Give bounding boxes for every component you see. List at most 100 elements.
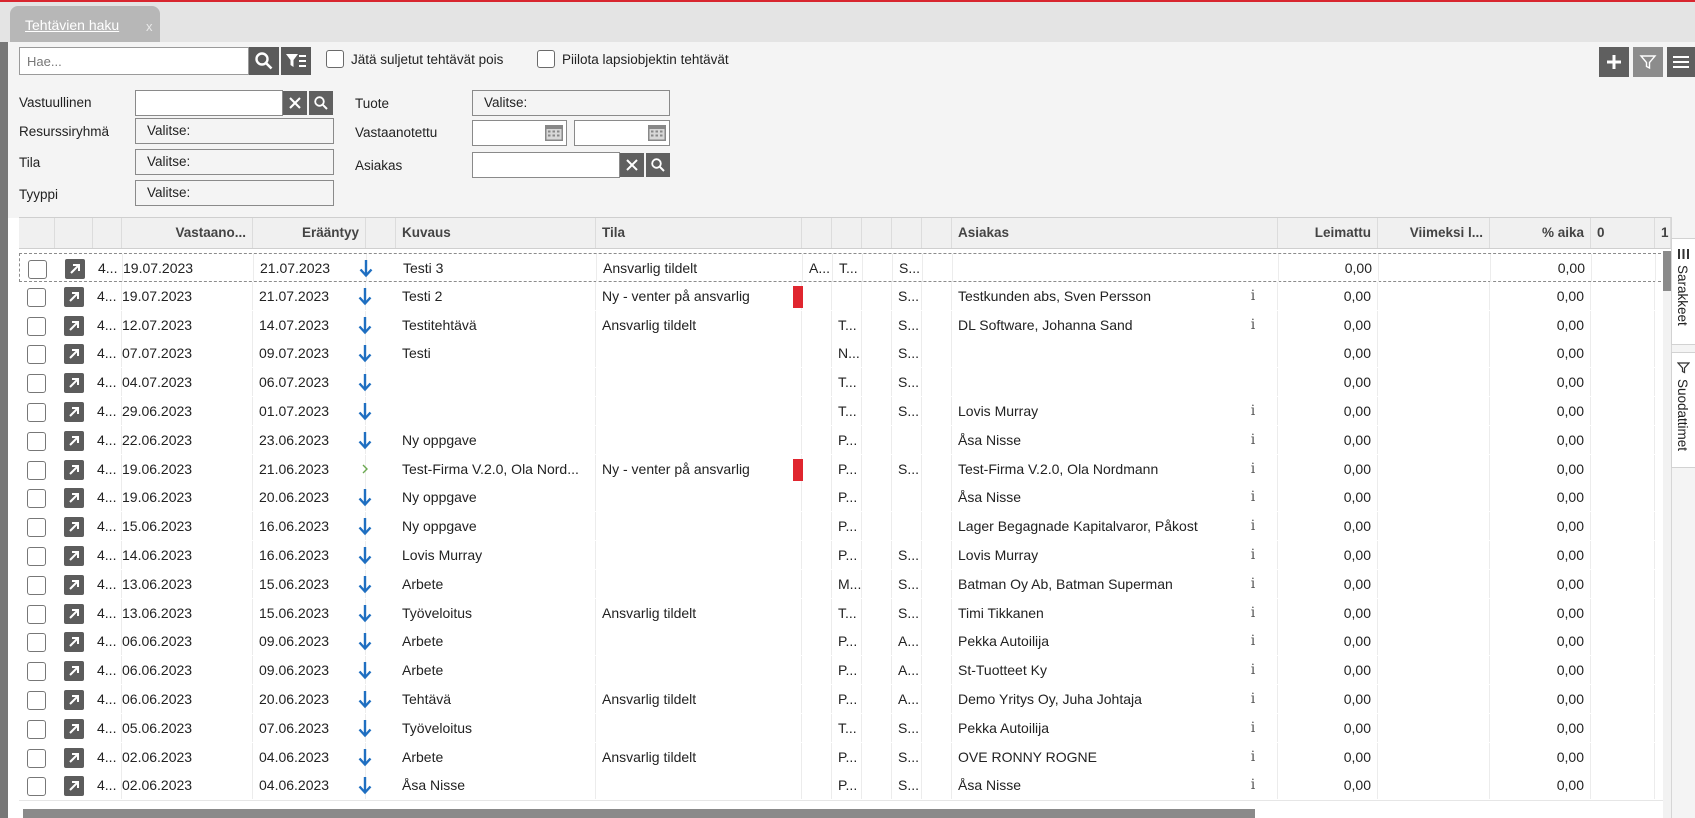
table-row[interactable]: 4... 13.06.2023 15.06.2023 Työveloitus A…	[19, 598, 1671, 629]
vertical-scrollbar[interactable]	[1663, 251, 1671, 818]
horizontal-scrollbar-thumb[interactable]	[23, 809, 1255, 818]
column-header[interactable]	[832, 218, 862, 248]
row-checkbox[interactable]	[27, 374, 46, 394]
responsible-search-button[interactable]	[309, 91, 333, 115]
open-task-button[interactable]	[64, 546, 84, 566]
table-row[interactable]: 4... 12.07.2023 14.07.2023 Testitehtävä …	[19, 310, 1671, 341]
open-task-button[interactable]	[64, 430, 84, 451]
row-checkbox[interactable]	[27, 575, 46, 595]
table-row[interactable]: 4... 05.06.2023 07.06.2023 Työveloitus T…	[19, 713, 1671, 744]
row-checkbox[interactable]	[27, 748, 46, 768]
resource-group-select[interactable]: Valitse:	[135, 118, 334, 144]
column-header-stamped[interactable]: Leimattu	[1278, 218, 1378, 248]
product-select[interactable]: Valitse:	[472, 90, 670, 116]
info-icon[interactable]: i	[1245, 656, 1261, 684]
row-checkbox[interactable]	[27, 719, 46, 739]
customer-clear-button[interactable]	[620, 153, 644, 177]
open-task-button[interactable]	[64, 690, 84, 710]
info-icon[interactable]: i	[1245, 483, 1261, 511]
row-checkbox[interactable]	[27, 403, 46, 422]
open-task-button[interactable]	[64, 517, 84, 538]
table-row[interactable]: 4... 04.07.2023 06.07.2023 T... S... 0,0…	[19, 368, 1671, 399]
info-icon[interactable]: i	[1245, 397, 1261, 425]
info-icon[interactable]: i	[1245, 311, 1261, 339]
type-select[interactable]: Valitse:	[135, 180, 334, 206]
exclude-closed-checkbox[interactable]	[326, 50, 344, 68]
info-icon[interactable]: i	[1245, 714, 1261, 742]
column-header[interactable]	[366, 218, 396, 248]
column-header[interactable]: 0	[1591, 218, 1655, 248]
tab-task-search[interactable]: Tehtävien haku x	[10, 6, 160, 42]
tab-label[interactable]: Tehtävien haku	[25, 17, 119, 33]
row-checkbox[interactable]	[27, 287, 46, 307]
info-icon[interactable]: i	[1245, 771, 1261, 799]
table-row[interactable]: 4... 15.06.2023 16.06.2023 Ny oppgave P.…	[19, 512, 1671, 543]
row-checkbox[interactable]	[28, 260, 47, 279]
info-icon[interactable]: i	[1245, 512, 1261, 540]
table-row[interactable]: 4... 19.07.2023 21.07.2023 Testi 2 Ny - …	[19, 281, 1671, 312]
open-task-button[interactable]	[64, 603, 84, 624]
table-row[interactable]: 4... 02.06.2023 04.06.2023 Åsa Nisse P..…	[19, 771, 1671, 802]
open-task-button[interactable]	[64, 373, 84, 394]
state-select[interactable]: Valitse:	[135, 149, 334, 175]
customer-filter-input[interactable]	[472, 152, 620, 178]
search-button[interactable]	[249, 47, 279, 75]
column-header[interactable]	[55, 218, 93, 248]
table-row[interactable]: 4... 14.06.2023 16.06.2023 Lovis Murray …	[19, 541, 1671, 571]
row-checkbox[interactable]	[27, 460, 46, 480]
row-checkbox[interactable]	[27, 345, 46, 365]
open-task-button[interactable]	[64, 488, 84, 509]
column-header[interactable]	[93, 218, 122, 248]
table-row[interactable]: 4... 19.06.2023 21.06.2023 Test-Firma V.…	[19, 454, 1671, 485]
filters-panel-tab[interactable]: Suodattimet	[1671, 352, 1695, 468]
columns-panel-tab[interactable]: Sarakkeet	[1671, 238, 1695, 345]
table-row[interactable]: 4... 13.06.2023 15.06.2023 Arbete M... S…	[19, 569, 1671, 600]
row-checkbox[interactable]	[27, 547, 46, 566]
column-header[interactable]	[19, 218, 55, 248]
calendar-icon[interactable]	[543, 122, 565, 144]
column-header[interactable]	[802, 218, 832, 248]
column-header-received[interactable]: Vastaano...	[122, 218, 253, 248]
add-button[interactable]	[1599, 47, 1629, 77]
open-task-button[interactable]	[64, 661, 84, 682]
column-header-customer[interactable]: Asiakas	[952, 218, 1278, 248]
open-task-button[interactable]	[64, 776, 84, 797]
table-row[interactable]: 4... 06.06.2023 09.06.2023 Arbete P... A…	[19, 627, 1671, 658]
open-task-button[interactable]	[64, 632, 84, 653]
row-checkbox[interactable]	[27, 489, 46, 509]
column-header-description[interactable]: Kuvaus	[396, 218, 596, 248]
column-header[interactable]	[892, 218, 922, 248]
responsible-clear-button[interactable]	[283, 91, 307, 115]
table-row[interactable]: 4... 19.07.2023 21.07.2023 Testi 3 Ansva…	[19, 253, 1671, 282]
info-icon[interactable]: i	[1245, 455, 1261, 483]
filter-button[interactable]	[1633, 47, 1663, 77]
open-task-button[interactable]	[64, 286, 84, 307]
row-checkbox[interactable]	[27, 518, 46, 538]
row-checkbox[interactable]	[27, 431, 46, 451]
table-row[interactable]: 4... 29.06.2023 01.07.2023 T... S... Lov…	[19, 397, 1671, 427]
calendar-icon[interactable]	[646, 122, 668, 144]
open-task-button[interactable]	[64, 402, 84, 422]
table-row[interactable]: 4... 19.06.2023 20.06.2023 Ny oppgave P.…	[19, 483, 1671, 514]
row-checkbox[interactable]	[27, 316, 46, 336]
tab-close-button[interactable]: x	[146, 19, 153, 34]
responsible-input[interactable]	[135, 90, 283, 116]
open-task-button[interactable]	[65, 259, 85, 279]
column-header-state[interactable]: Tila	[596, 218, 802, 248]
column-header-time-pct[interactable]: % aika	[1490, 218, 1591, 248]
row-checkbox[interactable]	[27, 633, 46, 653]
info-icon[interactable]: i	[1245, 426, 1261, 454]
table-row[interactable]: 4... 22.06.2023 23.06.2023 Ny oppgave P.…	[19, 425, 1671, 456]
table-row[interactable]: 4... 02.06.2023 04.06.2023 Arbete Ansvar…	[19, 742, 1671, 773]
column-header[interactable]	[862, 218, 892, 248]
row-checkbox[interactable]	[27, 662, 46, 682]
info-icon[interactable]: i	[1245, 541, 1261, 569]
table-row[interactable]: 4... 06.06.2023 20.06.2023 Tehtävä Ansva…	[19, 685, 1671, 715]
vertical-scrollbar-thumb[interactable]	[1663, 251, 1671, 291]
column-header-last[interactable]: Viimeksi l...	[1378, 218, 1490, 248]
info-icon[interactable]: i	[1245, 599, 1261, 627]
info-icon[interactable]: i	[1245, 282, 1261, 310]
search-input[interactable]	[19, 47, 249, 75]
hide-child-checkbox[interactable]	[537, 50, 555, 68]
column-header[interactable]	[922, 218, 952, 248]
